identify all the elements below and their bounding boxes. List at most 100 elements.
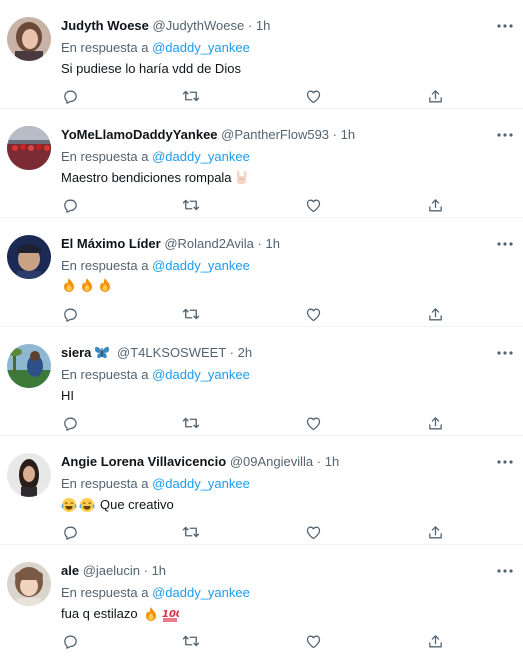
- share-icon[interactable]: [425, 522, 445, 542]
- joy-emoji-icon: [61, 497, 77, 513]
- display-name[interactable]: Judyth Woese: [61, 18, 149, 33]
- like-icon[interactable]: [303, 522, 323, 542]
- reply-icon[interactable]: [60, 631, 80, 651]
- tweet-text-content: Si pudiese lo haría vdd de Dios: [61, 61, 241, 76]
- share-icon[interactable]: [425, 86, 445, 106]
- reply-mention-link[interactable]: @daddy_yankee: [152, 40, 250, 55]
- display-name[interactable]: YoMeLlamoDaddyYankee: [61, 127, 218, 142]
- fire-emoji-icon: [97, 277, 113, 293]
- separator-dot: ·: [332, 127, 338, 142]
- user-handle[interactable]: @09Angievilla: [230, 454, 313, 469]
- user-handle[interactable]: @jaelucin: [83, 563, 140, 578]
- reply-prefix: En respuesta a: [61, 149, 149, 164]
- reply-icon[interactable]: [60, 195, 80, 215]
- retweet-icon[interactable]: [181, 195, 201, 215]
- reply-prefix: En respuesta a: [61, 476, 149, 491]
- timestamp[interactable]: 1h: [341, 127, 355, 142]
- reply-context: En respuesta a @daddy_yankee: [61, 148, 250, 166]
- tweet-text-content: HI: [61, 388, 74, 403]
- reply-mention-link[interactable]: @daddy_yankee: [152, 367, 250, 382]
- tweet[interactable]: siera @T4LKSOSWEET · 2h En respuesta a @…: [0, 327, 523, 436]
- share-icon[interactable]: [425, 413, 445, 433]
- reply-mention-link[interactable]: @daddy_yankee: [152, 149, 250, 164]
- reply-icon[interactable]: [60, 413, 80, 433]
- user-handle[interactable]: @JudythWoese: [153, 18, 245, 33]
- action-bar: [56, 631, 456, 651]
- timestamp[interactable]: 2h: [238, 345, 252, 360]
- reply-icon[interactable]: [60, 86, 80, 106]
- display-name[interactable]: siera: [61, 345, 91, 360]
- avatar[interactable]: [7, 235, 51, 279]
- tweet[interactable]: Judyth Woese @JudythWoese · 1h En respue…: [0, 0, 523, 109]
- like-icon[interactable]: [303, 413, 323, 433]
- like-icon[interactable]: [303, 631, 323, 651]
- more-options-icon[interactable]: [495, 343, 515, 363]
- avatar[interactable]: [7, 453, 51, 497]
- reply-mention-link[interactable]: @daddy_yankee: [152, 585, 250, 600]
- more-options-icon[interactable]: [495, 234, 515, 254]
- separator-dot: ·: [229, 345, 235, 360]
- butterfly-emoji-icon: [94, 345, 110, 359]
- share-icon[interactable]: [425, 195, 445, 215]
- more-options-icon[interactable]: [495, 125, 515, 145]
- timestamp[interactable]: 1h: [266, 236, 280, 251]
- separator-dot: ·: [143, 563, 148, 578]
- avatar[interactable]: [7, 562, 51, 606]
- tweet[interactable]: YoMeLlamoDaddyYankee @PantherFlow593 · 1…: [0, 109, 523, 218]
- tweet-header: YoMeLlamoDaddyYankee @PantherFlow593 · 1…: [61, 126, 483, 144]
- tweet-text: Maestro bendiciones rompala: [61, 168, 250, 188]
- user-handle[interactable]: @Roland2Avila: [164, 236, 254, 251]
- tweet-text: [61, 277, 113, 293]
- avatar[interactable]: [7, 126, 51, 170]
- rock-hand-emoji-icon: [234, 170, 250, 186]
- reply-context: En respuesta a @daddy_yankee: [61, 257, 250, 275]
- tweet-text: Si pudiese lo haría vdd de Dios: [61, 59, 241, 79]
- reply-context: En respuesta a @daddy_yankee: [61, 475, 250, 493]
- reply-prefix: En respuesta a: [61, 367, 149, 382]
- retweet-icon[interactable]: [181, 304, 201, 324]
- timestamp[interactable]: 1h: [256, 18, 270, 33]
- share-icon[interactable]: [425, 631, 445, 651]
- fire-emoji-icon: [61, 277, 77, 293]
- more-options-icon[interactable]: [495, 452, 515, 472]
- more-options-icon[interactable]: [495, 16, 515, 36]
- avatar[interactable]: [7, 17, 51, 61]
- action-bar: [56, 195, 456, 215]
- reply-context: En respuesta a @daddy_yankee: [61, 366, 250, 384]
- retweet-icon[interactable]: [181, 631, 201, 651]
- user-handle[interactable]: @T4LKSOSWEET: [117, 345, 226, 360]
- separator-dot: ·: [316, 454, 322, 469]
- tweet[interactable]: Angie Lorena Villavicencio @09Angievilla…: [0, 436, 523, 545]
- retweet-icon[interactable]: [181, 522, 201, 542]
- tweet[interactable]: ale @jaelucin · 1h En respuesta a @daddy…: [0, 545, 523, 654]
- action-bar: [56, 86, 456, 106]
- more-options-icon[interactable]: [495, 561, 515, 581]
- reply-prefix: En respuesta a: [61, 258, 149, 273]
- reply-mention-link[interactable]: @daddy_yankee: [152, 476, 250, 491]
- retweet-icon[interactable]: [181, 86, 201, 106]
- timestamp[interactable]: 1h: [325, 454, 339, 469]
- tweet[interactable]: El Máximo Líder @Roland2Avila · 1h En re…: [0, 218, 523, 327]
- reply-icon[interactable]: [60, 522, 80, 542]
- like-icon[interactable]: [303, 86, 323, 106]
- tweet-header: siera @T4LKSOSWEET · 2h: [61, 344, 483, 362]
- reply-icon[interactable]: [60, 304, 80, 324]
- fire-emoji-icon: [79, 277, 95, 293]
- display-name[interactable]: El Máximo Líder: [61, 236, 161, 251]
- tweet-header: Angie Lorena Villavicencio @09Angievilla…: [61, 453, 483, 471]
- user-handle[interactable]: @PantherFlow593: [221, 127, 329, 142]
- tweet-text: Que creativo: [61, 495, 174, 515]
- avatar[interactable]: [7, 344, 51, 388]
- tweet-text: fua q estilazo 100: [61, 604, 179, 624]
- display-name[interactable]: Angie Lorena Villavicencio: [61, 454, 226, 469]
- like-icon[interactable]: [303, 304, 323, 324]
- reply-mention-link[interactable]: @daddy_yankee: [152, 258, 250, 273]
- like-icon[interactable]: [303, 195, 323, 215]
- tweet-text-content: Maestro bendiciones rompala: [61, 170, 232, 185]
- retweet-icon[interactable]: [181, 413, 201, 433]
- share-icon[interactable]: [425, 304, 445, 324]
- timestamp[interactable]: 1h: [152, 563, 166, 578]
- display-name[interactable]: ale: [61, 563, 79, 578]
- svg-text:100: 100: [162, 609, 179, 620]
- reply-context: En respuesta a @daddy_yankee: [61, 39, 250, 57]
